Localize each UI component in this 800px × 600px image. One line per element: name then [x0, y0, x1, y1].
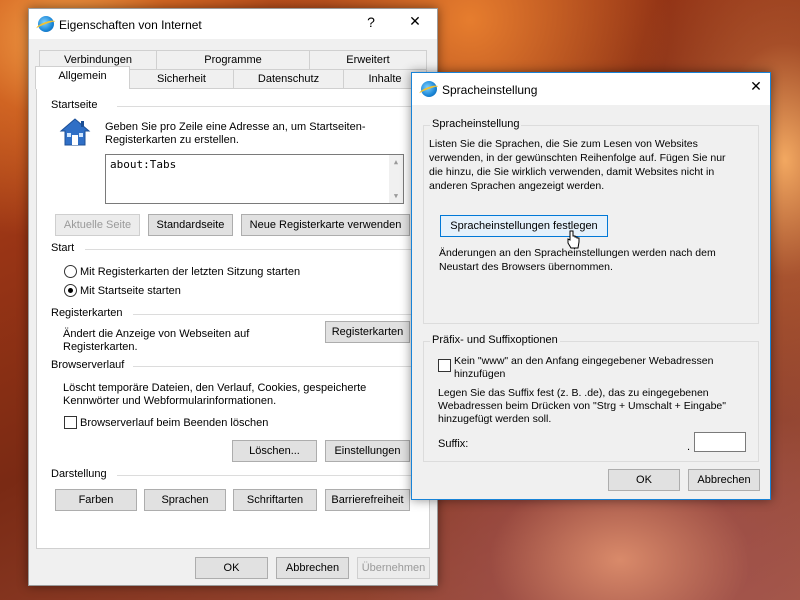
internet-explorer-icon — [38, 16, 54, 32]
window-title: Eigenschaften von Internet — [59, 18, 202, 32]
language-settings-dialog: Spracheinstellung ✕ Spracheinstellung Li… — [411, 72, 771, 500]
languages-button[interactable]: Sprachen — [144, 489, 226, 511]
tab-datenschutz[interactable]: Datenschutz — [233, 69, 344, 89]
tab-allgemein[interactable]: Allgemein — [35, 66, 130, 89]
suffix-label: Suffix: — [438, 438, 469, 450]
last-session-radio[interactable] — [64, 265, 77, 278]
colors-button[interactable]: Farben — [55, 489, 137, 511]
suffix-dot: . — [687, 441, 691, 453]
mouse-pointer-icon — [567, 230, 580, 249]
delete-history-on-exit-checkbox[interactable] — [64, 416, 77, 429]
language-description-2: verwenden, in der gewünschten Reihenfolg… — [429, 152, 726, 164]
history-settings-button[interactable]: Einstellungen — [325, 440, 410, 462]
divider — [133, 314, 411, 315]
no-www-checkbox[interactable] — [438, 359, 451, 372]
tab-erweitert[interactable]: Erweitert — [309, 50, 427, 70]
last-session-label[interactable]: Mit Registerkarten der letzten Sitzung s… — [80, 265, 300, 279]
dialog-title-bar[interactable]: Spracheinstellung ✕ — [412, 73, 770, 105]
dialog-cancel-button[interactable]: Abbrechen — [688, 469, 760, 491]
internet-options-window: Eigenschaften von Internet ? ✕ Verbindun… — [28, 8, 438, 586]
suffix-description-2: Webadressen beim Drücken von "Strg + Ums… — [438, 400, 726, 412]
homepage-address-value: about:Tabs — [110, 158, 177, 171]
scroll-down-icon[interactable]: ▼ — [389, 189, 403, 203]
default-page-button[interactable]: Standardseite — [148, 214, 233, 236]
browserverlauf-description-2: Kennwörter und Webformularinformationen. — [63, 395, 277, 407]
suffix-description-3: hinzugefügt werden soll. — [438, 413, 552, 425]
ok-button[interactable]: OK — [195, 557, 268, 579]
internet-explorer-icon — [421, 81, 437, 97]
language-group-heading: Spracheinstellung — [430, 118, 522, 130]
set-language-preferences-button[interactable]: Spracheinstellungen festlegen — [440, 215, 608, 237]
dialog-title: Spracheinstellung — [442, 83, 538, 97]
divider — [117, 475, 411, 476]
accessibility-button[interactable]: Barrierefreiheit — [325, 489, 410, 511]
close-button[interactable]: ✕ — [403, 13, 427, 30]
no-www-label-2[interactable]: hinzufügen — [454, 367, 505, 381]
address-scrollbar[interactable]: ▲ ▼ — [389, 155, 403, 203]
language-description-4: anderen Sprachen angezeigt werden. — [429, 180, 605, 192]
startseite-heading: Startseite — [51, 99, 98, 111]
divider — [85, 249, 411, 250]
registerkarten-heading: Registerkarten — [51, 307, 123, 319]
language-description: Listen Sie die Sprachen, die Sie zum Les… — [429, 138, 698, 150]
divider — [133, 366, 411, 367]
suffix-description: Legen Sie das Suffix fest (z. B. .de), d… — [438, 387, 709, 399]
delete-button[interactable]: Löschen... — [232, 440, 317, 462]
cancel-button[interactable]: Abbrechen — [276, 557, 349, 579]
dialog-ok-button[interactable]: OK — [608, 469, 680, 491]
registerkarten-description-2: Registerkarten. — [63, 341, 138, 353]
startseite-description-2: Registerkarten zu erstellen. — [105, 134, 239, 146]
title-bar[interactable]: Eigenschaften von Internet ? ✕ — [29, 9, 437, 39]
browserverlauf-description: Löscht temporäre Dateien, den Verlauf, C… — [63, 382, 367, 394]
scroll-up-icon[interactable]: ▲ — [389, 155, 403, 169]
start-heading: Start — [51, 242, 75, 254]
darstellung-heading: Darstellung — [51, 468, 107, 480]
suffix-input[interactable] — [694, 432, 746, 452]
prefix-suffix-heading: Präfix- und Suffixoptionen — [430, 334, 560, 346]
browserverlauf-heading: Browserverlauf — [51, 359, 125, 371]
current-page-button[interactable]: Aktuelle Seite — [55, 214, 140, 236]
home-icon — [59, 118, 91, 146]
fonts-button[interactable]: Schriftarten — [233, 489, 317, 511]
divider — [117, 106, 413, 107]
homepage-label[interactable]: Mit Startseite starten — [80, 284, 181, 298]
registerkarten-description: Ändert die Anzeige von Webseiten auf — [63, 328, 250, 340]
no-www-label[interactable]: Kein "www" an den Anfang eingegebener We… — [454, 354, 713, 368]
tabs-settings-button[interactable]: Registerkarten — [325, 321, 410, 343]
homepage-radio[interactable] — [64, 284, 77, 297]
language-description-3: die hinzu, die Sie wirklich verwenden, d… — [429, 166, 715, 178]
delete-history-on-exit-label[interactable]: Browserverlauf beim Beenden löschen — [80, 416, 268, 430]
apply-button[interactable]: Übernehmen — [357, 557, 430, 579]
homepage-address-field[interactable]: about:Tabs ▲ ▼ — [105, 154, 404, 204]
help-button[interactable]: ? — [359, 14, 383, 30]
startseite-description: Geben Sie pro Zeile eine Adresse an, um … — [105, 121, 366, 133]
tab-programme[interactable]: Programme — [156, 50, 310, 70]
dialog-close-button[interactable]: ✕ — [744, 78, 768, 95]
new-tab-button[interactable]: Neue Registerkarte verwenden — [241, 214, 410, 236]
tab-sicherheit[interactable]: Sicherheit — [129, 69, 234, 89]
language-note-2: Neustart des Browsers übernommen. — [439, 261, 613, 273]
